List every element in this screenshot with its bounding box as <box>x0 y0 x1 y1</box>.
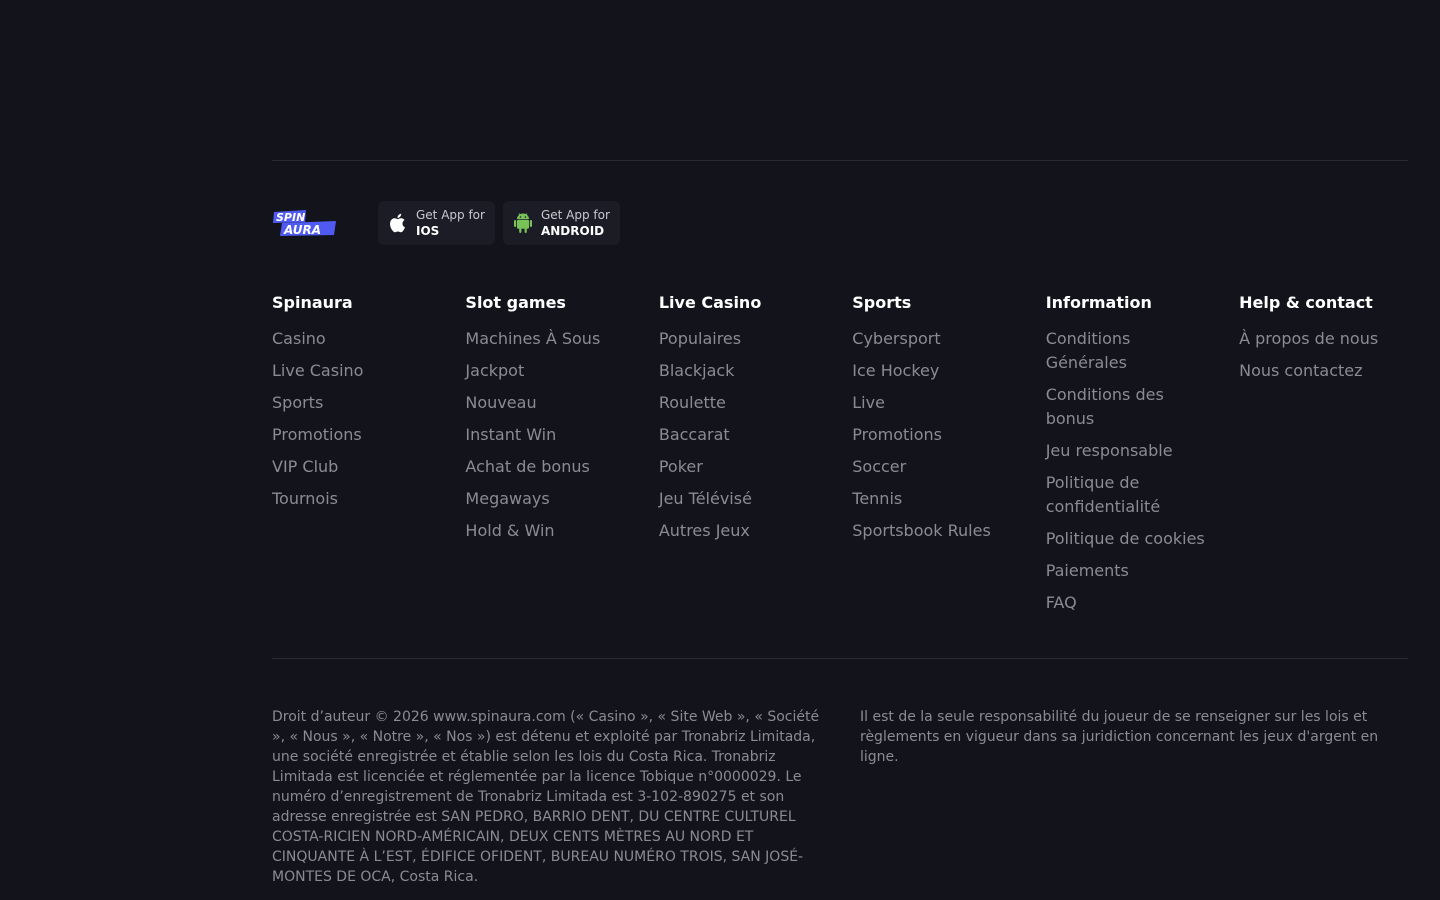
footer-link-vip-club[interactable]: VIP Club <box>272 455 447 479</box>
footer-link-poker[interactable]: Poker <box>659 455 834 479</box>
responsibility-disclaimer: Il est de la seule responsabilité du jou… <box>860 709 1379 765</box>
footer-link-conditions-generales[interactable]: Conditions Générales <box>1046 327 1206 375</box>
footer-link-ice-hockey[interactable]: Ice Hockey <box>852 359 1027 383</box>
column-title: Live Casino <box>658 293 762 312</box>
android-icon <box>513 212 533 234</box>
footer-column-live-casino: Live Casino Populaires Blackjack Roulett… <box>659 291 852 658</box>
footer-link-baccarat[interactable]: Baccarat <box>659 423 834 447</box>
site-footer: SPIN AURA Get App for IOS Get App for AN… <box>272 160 1408 887</box>
column-title: Help & contact <box>1239 293 1373 312</box>
footer-link-jeu-responsable[interactable]: Jeu responsable <box>1046 439 1206 463</box>
svg-text:AURA: AURA <box>283 223 321 237</box>
footer-column-slot-games: Slot games Machines À Sous Jackpot Nouve… <box>465 291 658 658</box>
footer-column-sports: Sports Cybersport Ice Hockey Live Promot… <box>852 291 1045 658</box>
footer-link-tournois[interactable]: Tournois <box>272 487 447 511</box>
footer-link-autres-jeux[interactable]: Autres Jeux <box>659 519 834 543</box>
footer-link-tennis[interactable]: Tennis <box>852 487 1027 511</box>
footer-top-row: SPIN AURA Get App for IOS Get App for AN… <box>272 161 1408 285</box>
footer-link-columns: Spinaura Casino Live Casino Sports Promo… <box>272 285 1408 658</box>
ios-button-platform: IOS <box>416 224 440 238</box>
footer-link-paiements[interactable]: Paiements <box>1046 559 1221 583</box>
footer-link-machines-a-sous[interactable]: Machines À Sous <box>465 327 640 351</box>
footer-link-achat-de-bonus[interactable]: Achat de bonus <box>465 455 640 479</box>
footer-link-megaways[interactable]: Megaways <box>465 487 640 511</box>
get-app-android-button[interactable]: Get App for ANDROID <box>502 201 620 245</box>
footer-link-sportsbook-rules[interactable]: Sportsbook Rules <box>852 519 1027 543</box>
footer-link-nous-contactez[interactable]: Nous contactez <box>1239 359 1408 383</box>
footer-link-roulette[interactable]: Roulette <box>659 391 834 415</box>
android-button-platform: ANDROID <box>540 224 605 238</box>
footer-link-politique-de-confidentialite[interactable]: Politique de confidentialité <box>1046 471 1206 519</box>
ios-button-caption: Get App for <box>416 208 485 222</box>
footer-link-blackjack[interactable]: Blackjack <box>659 359 834 383</box>
footer-link-jackpot[interactable]: Jackpot <box>465 359 640 383</box>
android-button-caption: Get App for <box>540 208 610 222</box>
column-title: Spinaura <box>272 293 353 312</box>
footer-column-information: Information Conditions Générales Conditi… <box>1046 291 1239 658</box>
column-title: Slot games <box>465 293 566 312</box>
apple-icon <box>388 212 408 234</box>
footer-link-sports[interactable]: Sports <box>272 391 447 415</box>
footer-link-cybersport[interactable]: Cybersport <box>852 327 1027 351</box>
footer-link-casino[interactable]: Casino <box>272 327 447 351</box>
footer-link-jeu-televise[interactable]: Jeu Télévisé <box>659 487 834 511</box>
footer-column-spinaura: Spinaura Casino Live Casino Sports Promo… <box>272 291 465 658</box>
footer-link-sports-promotions[interactable]: Promotions <box>852 423 1027 447</box>
footer-link-conditions-des-bonus[interactable]: Conditions des bonus <box>1046 383 1206 431</box>
footer-link-hold-and-win[interactable]: Hold & Win <box>465 519 640 543</box>
footer-column-help-contact: Help & contact À propos de nous Nous con… <box>1239 291 1408 658</box>
copyright-text: Droit d’auteur © 2026 www.spinaura.com (… <box>272 709 820 885</box>
footer-link-soccer[interactable]: Soccer <box>852 455 1027 479</box>
footer-link-live[interactable]: Live <box>852 391 1027 415</box>
column-title: Sports <box>852 293 912 312</box>
footer-link-populaires[interactable]: Populaires <box>659 327 834 351</box>
legal-section: Droit d’auteur © 2026 www.spinaura.com (… <box>272 659 1408 887</box>
footer-link-politique-de-cookies[interactable]: Politique de cookies <box>1046 527 1221 551</box>
footer-link-a-propos-de-nous[interactable]: À propos de nous <box>1239 327 1408 351</box>
footer-link-promotions[interactable]: Promotions <box>272 423 447 447</box>
footer-link-nouveau[interactable]: Nouveau <box>465 391 640 415</box>
column-title: Information <box>1045 293 1152 312</box>
footer-link-live-casino[interactable]: Live Casino <box>272 359 447 383</box>
spinaura-logo[interactable]: SPIN AURA <box>272 208 338 238</box>
footer-link-faq[interactable]: FAQ <box>1046 591 1221 615</box>
get-app-ios-button[interactable]: Get App for IOS <box>378 201 495 245</box>
footer-link-instant-win[interactable]: Instant Win <box>465 423 640 447</box>
